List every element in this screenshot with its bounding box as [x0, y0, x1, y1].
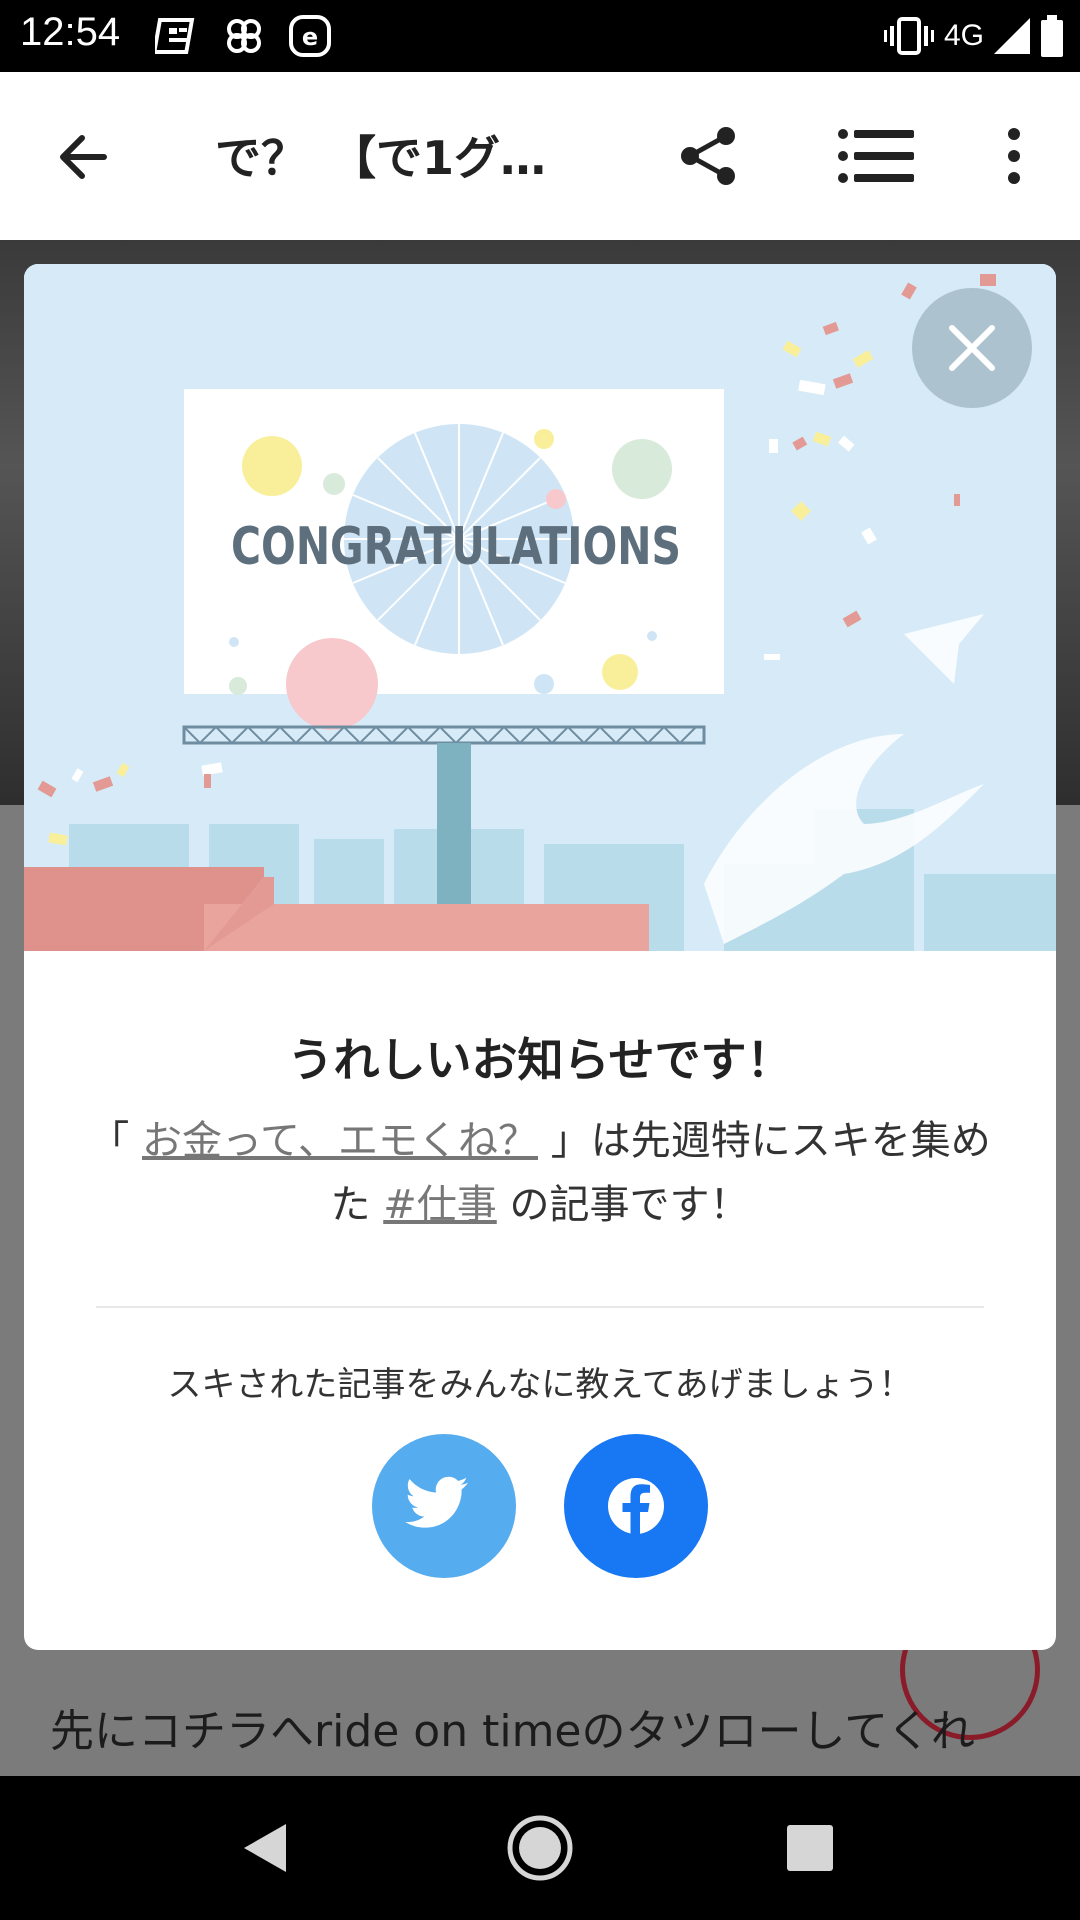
newspaper-app-icon — [155, 18, 195, 54]
nav-home-icon[interactable] — [506, 1814, 574, 1882]
twitter-share-button[interactable] — [372, 1434, 516, 1578]
facebook-share-button[interactable] — [564, 1434, 708, 1578]
more-options-icon[interactable] — [1000, 124, 1028, 188]
facebook-icon — [608, 1478, 664, 1534]
open-quote: 「 — [89, 1118, 130, 1164]
network-type: 4G — [943, 19, 984, 52]
share-prompt: スキされた記事をみんなに教えてあげましょう！ — [167, 1365, 913, 1405]
back-arrow-icon[interactable] — [50, 122, 120, 192]
share-icon[interactable] — [678, 124, 742, 188]
app-bar: で？ 【で1グ… — [0, 72, 1080, 240]
dialog-heading: うれしいお知らせです！ — [287, 1033, 793, 1087]
signal-icon — [994, 18, 1030, 54]
article-text: 先にコチラへride on timeのタツローしてくれ — [50, 1706, 975, 1757]
hashtag-link[interactable]: #仕事 — [383, 1182, 497, 1228]
message-end: の記事です！ — [509, 1182, 750, 1228]
close-icon[interactable] — [912, 288, 1032, 408]
status-time: 12:54 — [20, 10, 121, 54]
navigation-bar — [0, 1776, 1080, 1920]
nav-back-icon[interactable] — [240, 1822, 290, 1874]
divider — [96, 1306, 984, 1308]
congratulations-dialog: CONGRATULATIONS うれしいお知らせです！ 「 お金って、エモくね？… — [24, 264, 1056, 1650]
article-title: で？ 【で1グ… — [215, 131, 547, 185]
congratulations-text: CONGRATULATIONS — [231, 517, 681, 577]
table-of-contents-icon[interactable] — [838, 128, 914, 184]
e-app-icon: e — [289, 15, 331, 57]
article-link[interactable]: お金って、エモくね？ — [142, 1118, 538, 1164]
svg-text:e: e — [302, 23, 318, 51]
status-bar: 12:54 e 4G — [0, 0, 1080, 72]
nav-recents-icon[interactable] — [787, 1825, 833, 1871]
twitter-icon — [405, 1476, 468, 1528]
congratulations-illustration: CONGRATULATIONS — [24, 264, 1056, 951]
dialog-message: 「 お金って、エモくね？ 」は先週特にスキを集めた #仕事 の記事です！ — [84, 1109, 996, 1237]
pinwheel-app-icon — [227, 19, 261, 53]
battery-icon — [1041, 15, 1063, 57]
vibrate-icon — [883, 17, 934, 55]
